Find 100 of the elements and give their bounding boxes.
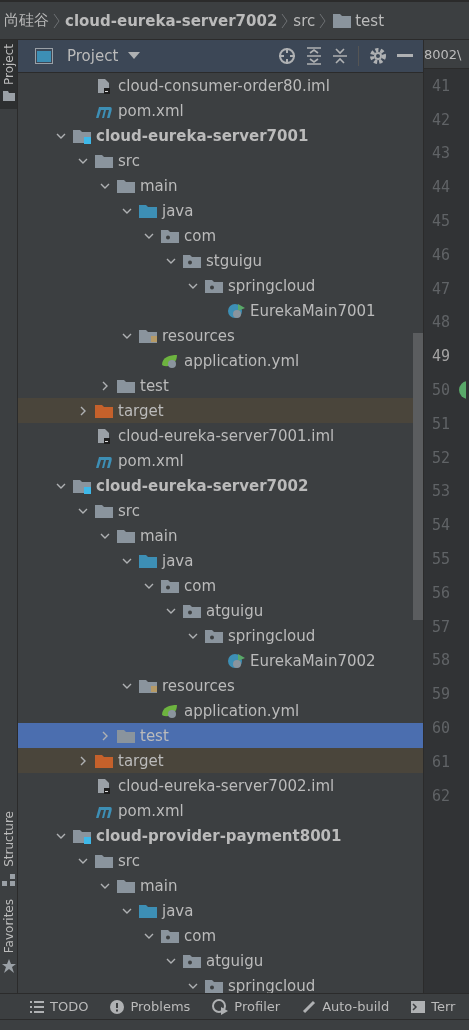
folder-icon — [94, 752, 114, 769]
folder-icon — [94, 502, 114, 519]
tree-item-label[interactable]: application.yml — [184, 701, 300, 720]
tree-item-label[interactable]: application.yml — [184, 351, 300, 370]
tree-item-label[interactable]: src — [118, 851, 140, 870]
folder-icon — [333, 13, 352, 28]
tree-item-label[interactable]: main — [140, 176, 178, 195]
chevron-icon — [281, 12, 290, 29]
folder-icon — [116, 877, 136, 894]
tree-item-label[interactable]: cloud-eureka-server7002.iml — [118, 776, 335, 795]
window-icon — [35, 48, 53, 64]
side-tab[interactable]: Structure — [0, 806, 17, 895]
tool-window-button[interactable]: Problems — [110, 999, 191, 1014]
panel-title[interactable]: Project — [67, 47, 119, 65]
class-icon — [226, 652, 246, 669]
package-folder-icon — [160, 227, 180, 244]
folder-icon — [94, 852, 114, 869]
folder-icon — [94, 402, 114, 419]
tree-item-label[interactable]: java — [162, 901, 194, 920]
tree-item-label[interactable]: springcloud — [228, 276, 316, 295]
folder-icon — [116, 527, 136, 544]
tree-item-label[interactable]: EurekaMain7001 — [250, 301, 376, 320]
tool-window-button[interactable]: Terr — [411, 999, 456, 1014]
tree-item-label[interactable]: cloud-eureka-server7001.iml — [118, 426, 335, 445]
folder-icon — [116, 727, 136, 744]
play-gauge-icon — [212, 998, 229, 1015]
folder-icon — [138, 552, 158, 569]
breadcrumb-item[interactable]: 尚硅谷 — [4, 11, 49, 30]
tree-item-label[interactable]: com — [184, 926, 217, 945]
tree-item-label[interactable]: resources — [162, 326, 235, 345]
tree-item-label[interactable]: cloud-provider-payment8001 — [96, 826, 342, 845]
tool-window-button[interactable]: TODO — [30, 999, 89, 1014]
side-tab[interactable]: Project — [0, 40, 17, 110]
tree-item-label[interactable]: pom.xml — [118, 451, 184, 470]
minimize-icon[interactable] — [397, 54, 413, 58]
collapse-all-icon[interactable] — [332, 47, 348, 65]
tree-item-label[interactable]: main — [140, 526, 178, 545]
tree-item-label[interactable]: target — [118, 401, 164, 420]
terminal-icon — [411, 1000, 426, 1013]
chevron-right-icon[interactable] — [78, 755, 88, 766]
breadcrumb-item[interactable]: test — [355, 11, 385, 30]
chevron-icon — [319, 12, 328, 29]
module-folder-icon — [72, 477, 92, 494]
tree-item-label[interactable]: atguigu — [206, 601, 264, 620]
tree-item-label[interactable]: com — [184, 226, 217, 245]
tree-item-label[interactable]: pom.xml — [118, 801, 184, 820]
resources-folder-icon — [138, 327, 158, 344]
tree-item-label[interactable]: cloud-consumer-order80.iml — [118, 76, 330, 95]
tree-item-label[interactable]: atguigu — [206, 951, 264, 970]
chevron-icon — [53, 12, 61, 29]
list-icon — [30, 1000, 44, 1013]
tool-window-button[interactable]: Profiler — [212, 998, 281, 1015]
line-number: 49 — [432, 347, 451, 366]
warning-icon — [110, 999, 125, 1014]
package-folder-icon — [182, 602, 202, 619]
tree-item-label[interactable]: EurekaMain7002 — [250, 651, 376, 670]
tool-window-button[interactable]: Auto-build — [302, 999, 390, 1014]
tree-item-label[interactable]: java — [162, 551, 194, 570]
package-folder-icon — [204, 977, 224, 993]
tree-item-label[interactable]: src — [118, 151, 140, 170]
scrollbar-thumb[interactable] — [413, 333, 423, 620]
folder-icon — [116, 377, 136, 394]
package-folder-icon — [160, 577, 180, 594]
tree-item-label[interactable]: pom.xml — [118, 101, 184, 120]
star-icon — [1, 959, 16, 973]
tree-item-label[interactable]: springcloud — [228, 626, 316, 645]
chevron-right-icon[interactable] — [78, 405, 88, 416]
chevron-right-icon[interactable] — [100, 380, 110, 391]
tree-item-label[interactable]: springcloud — [228, 976, 316, 993]
package-folder-icon — [204, 277, 224, 294]
tree-item-label[interactable]: target — [118, 751, 164, 770]
module-folder-icon — [72, 127, 92, 144]
tree-item-label[interactable]: com — [184, 576, 217, 595]
settings-icon[interactable] — [369, 47, 387, 65]
tree-item-label[interactable]: src — [118, 501, 140, 520]
tree-item-label[interactable]: stguigu — [206, 251, 262, 270]
package-folder-icon — [160, 927, 180, 944]
tree-item-label[interactable]: main — [140, 876, 178, 895]
module-folder-icon — [72, 827, 92, 844]
tree-item-label[interactable]: test — [140, 376, 169, 395]
tree-item-label[interactable]: java — [162, 201, 194, 220]
package-folder-icon — [204, 627, 224, 644]
tree-item-label[interactable]: resources — [162, 676, 235, 695]
resources-folder-icon — [138, 677, 158, 694]
package-folder-icon — [182, 252, 202, 269]
breadcrumb-item[interactable]: cloud-eureka-server7002 — [65, 11, 278, 30]
class-icon — [226, 302, 246, 319]
dropdown-caret-icon[interactable] — [128, 52, 141, 60]
folder-icon — [138, 202, 158, 219]
tree-item-label[interactable]: cloud-eureka-server7002 — [96, 476, 309, 495]
locate-icon[interactable] — [278, 47, 296, 65]
package-folder-icon — [182, 952, 202, 969]
side-tab[interactable]: Favorites — [0, 894, 17, 981]
folder-icon — [94, 152, 114, 169]
folder-icon — [2, 91, 15, 102]
folder-icon — [138, 902, 158, 919]
breadcrumb-item[interactable]: src — [293, 11, 316, 30]
tree-item-label[interactable]: cloud-eureka-server7001 — [96, 126, 309, 145]
expand-all-icon[interactable] — [306, 47, 322, 65]
folder-icon — [116, 177, 136, 194]
